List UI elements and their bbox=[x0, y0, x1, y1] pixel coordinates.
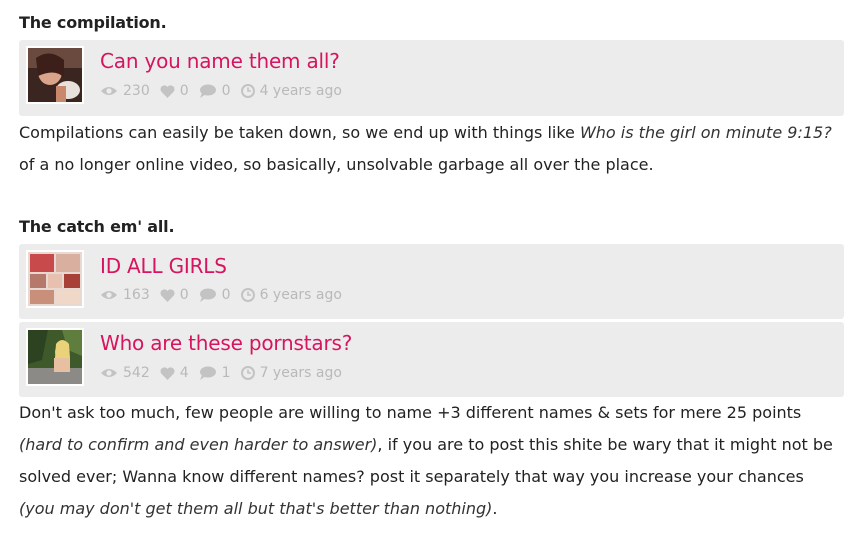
heart-icon bbox=[160, 288, 175, 302]
question-card[interactable]: ID ALL GIRLS 163 0 0 6 years ago bbox=[19, 244, 844, 319]
heart-icon bbox=[160, 84, 175, 98]
section-heading-catch-em-all: The catch em' all. bbox=[19, 217, 175, 236]
question-card[interactable]: Can you name them all? 230 0 0 4 years a… bbox=[19, 40, 844, 116]
section-heading-compilation: The compilation. bbox=[19, 13, 167, 32]
question-meta: 230 0 0 4 years ago bbox=[100, 83, 352, 99]
paragraph-italic: (hard to confirm and even harder to answ… bbox=[19, 435, 378, 454]
clock-icon bbox=[240, 366, 255, 380]
eye-icon bbox=[100, 85, 118, 97]
clock-icon bbox=[240, 288, 255, 302]
question-thumbnail[interactable] bbox=[26, 250, 84, 308]
comment-icon bbox=[199, 366, 217, 380]
views-count: 542 bbox=[123, 365, 150, 381]
clock-icon bbox=[240, 84, 255, 98]
comments-count: 1 bbox=[221, 365, 231, 381]
question-title-link[interactable]: Can you name them all? bbox=[100, 49, 340, 73]
time-ago: 6 years ago bbox=[259, 287, 342, 303]
question-title-link[interactable]: Who are these pornstars? bbox=[100, 331, 352, 355]
paragraph-text: of a no longer online video, so basicall… bbox=[19, 155, 654, 174]
likes-count: 0 bbox=[179, 83, 189, 99]
likes-count: 4 bbox=[179, 365, 189, 381]
paragraph-text: Don't ask too much, few people are willi… bbox=[19, 403, 802, 422]
question-thumbnail[interactable] bbox=[26, 46, 84, 104]
comment-icon bbox=[199, 288, 217, 302]
paragraph-italic: Who is the girl on minute 9:15? bbox=[579, 123, 832, 142]
question-card[interactable]: Who are these pornstars? 542 4 1 7 years… bbox=[19, 322, 844, 397]
views-count: 163 bbox=[123, 287, 150, 303]
eye-icon bbox=[100, 367, 118, 379]
section-paragraph-compilation: Compilations can easily be taken down, s… bbox=[19, 117, 844, 181]
question-meta: 542 4 1 7 years ago bbox=[100, 365, 352, 381]
question-meta: 163 0 0 6 years ago bbox=[100, 287, 352, 303]
paragraph-text: . bbox=[492, 499, 498, 518]
section-paragraph-catch-em-all: Don't ask too much, few people are willi… bbox=[19, 397, 844, 525]
comments-count: 0 bbox=[221, 83, 231, 99]
paragraph-text: Compilations can easily be taken down, s… bbox=[19, 123, 580, 142]
paragraph-italic: (you may don't get them all but that's b… bbox=[19, 499, 493, 518]
comments-count: 0 bbox=[221, 287, 231, 303]
views-count: 230 bbox=[123, 83, 150, 99]
eye-icon bbox=[100, 289, 118, 301]
likes-count: 0 bbox=[179, 287, 189, 303]
time-ago: 4 years ago bbox=[259, 83, 342, 99]
comment-icon bbox=[199, 84, 217, 98]
question-title-link[interactable]: ID ALL GIRLS bbox=[100, 254, 227, 278]
page: The compilation. Can you name them all? … bbox=[0, 0, 859, 536]
question-thumbnail[interactable] bbox=[26, 328, 84, 386]
heart-icon bbox=[160, 366, 175, 380]
time-ago: 7 years ago bbox=[259, 365, 342, 381]
